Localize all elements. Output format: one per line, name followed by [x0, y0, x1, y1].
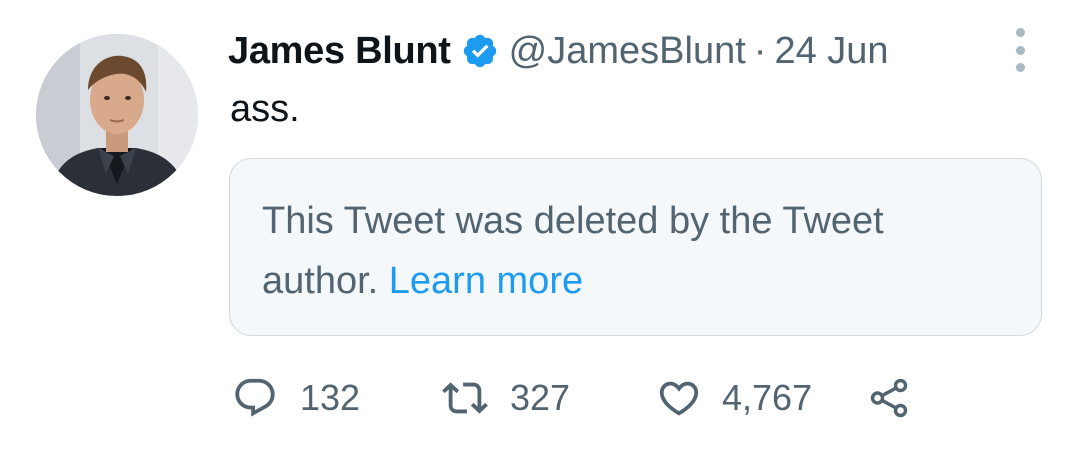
more-dot: [1015, 28, 1025, 37]
more-dot: [1015, 45, 1025, 55]
retweet-count: 327: [510, 377, 571, 418]
like-button[interactable]: 4,767: [656, 370, 812, 426]
reply-icon: [235, 378, 275, 417]
share-icon: [870, 378, 908, 418]
author-handle[interactable]: @JamesBlunt: [509, 30, 746, 73]
separator-dot: ·: [753, 29, 767, 72]
tweet-date[interactable]: 24 Jun: [774, 30, 888, 73]
avatar[interactable]: [36, 34, 198, 196]
tweet-header: James Blunt @JamesBlunt · 24 Jun: [228, 24, 889, 78]
heart-icon: [659, 381, 699, 416]
tweet-text: ass.: [230, 88, 300, 130]
tweet-actions: 132 327 4,767: [0, 370, 1080, 426]
author-name[interactable]: James Blunt: [228, 30, 451, 73]
avatar-image: [36, 34, 198, 196]
share-button[interactable]: [866, 370, 912, 426]
reply-button[interactable]: 132: [232, 370, 360, 426]
more-dot: [1015, 63, 1025, 72]
retweet-button[interactable]: 327: [442, 370, 570, 426]
verified-badge-icon: [461, 32, 499, 70]
like-count: 4,767: [722, 377, 813, 418]
learn-more-link[interactable]: Learn more: [389, 260, 583, 302]
reply-count: 132: [300, 377, 361, 418]
retweet-icon: [442, 382, 488, 414]
more-vertical-icon[interactable]: [1010, 28, 1030, 72]
deleted-quote-box: This Tweet was deleted by the Tweet auth…: [229, 158, 1042, 336]
